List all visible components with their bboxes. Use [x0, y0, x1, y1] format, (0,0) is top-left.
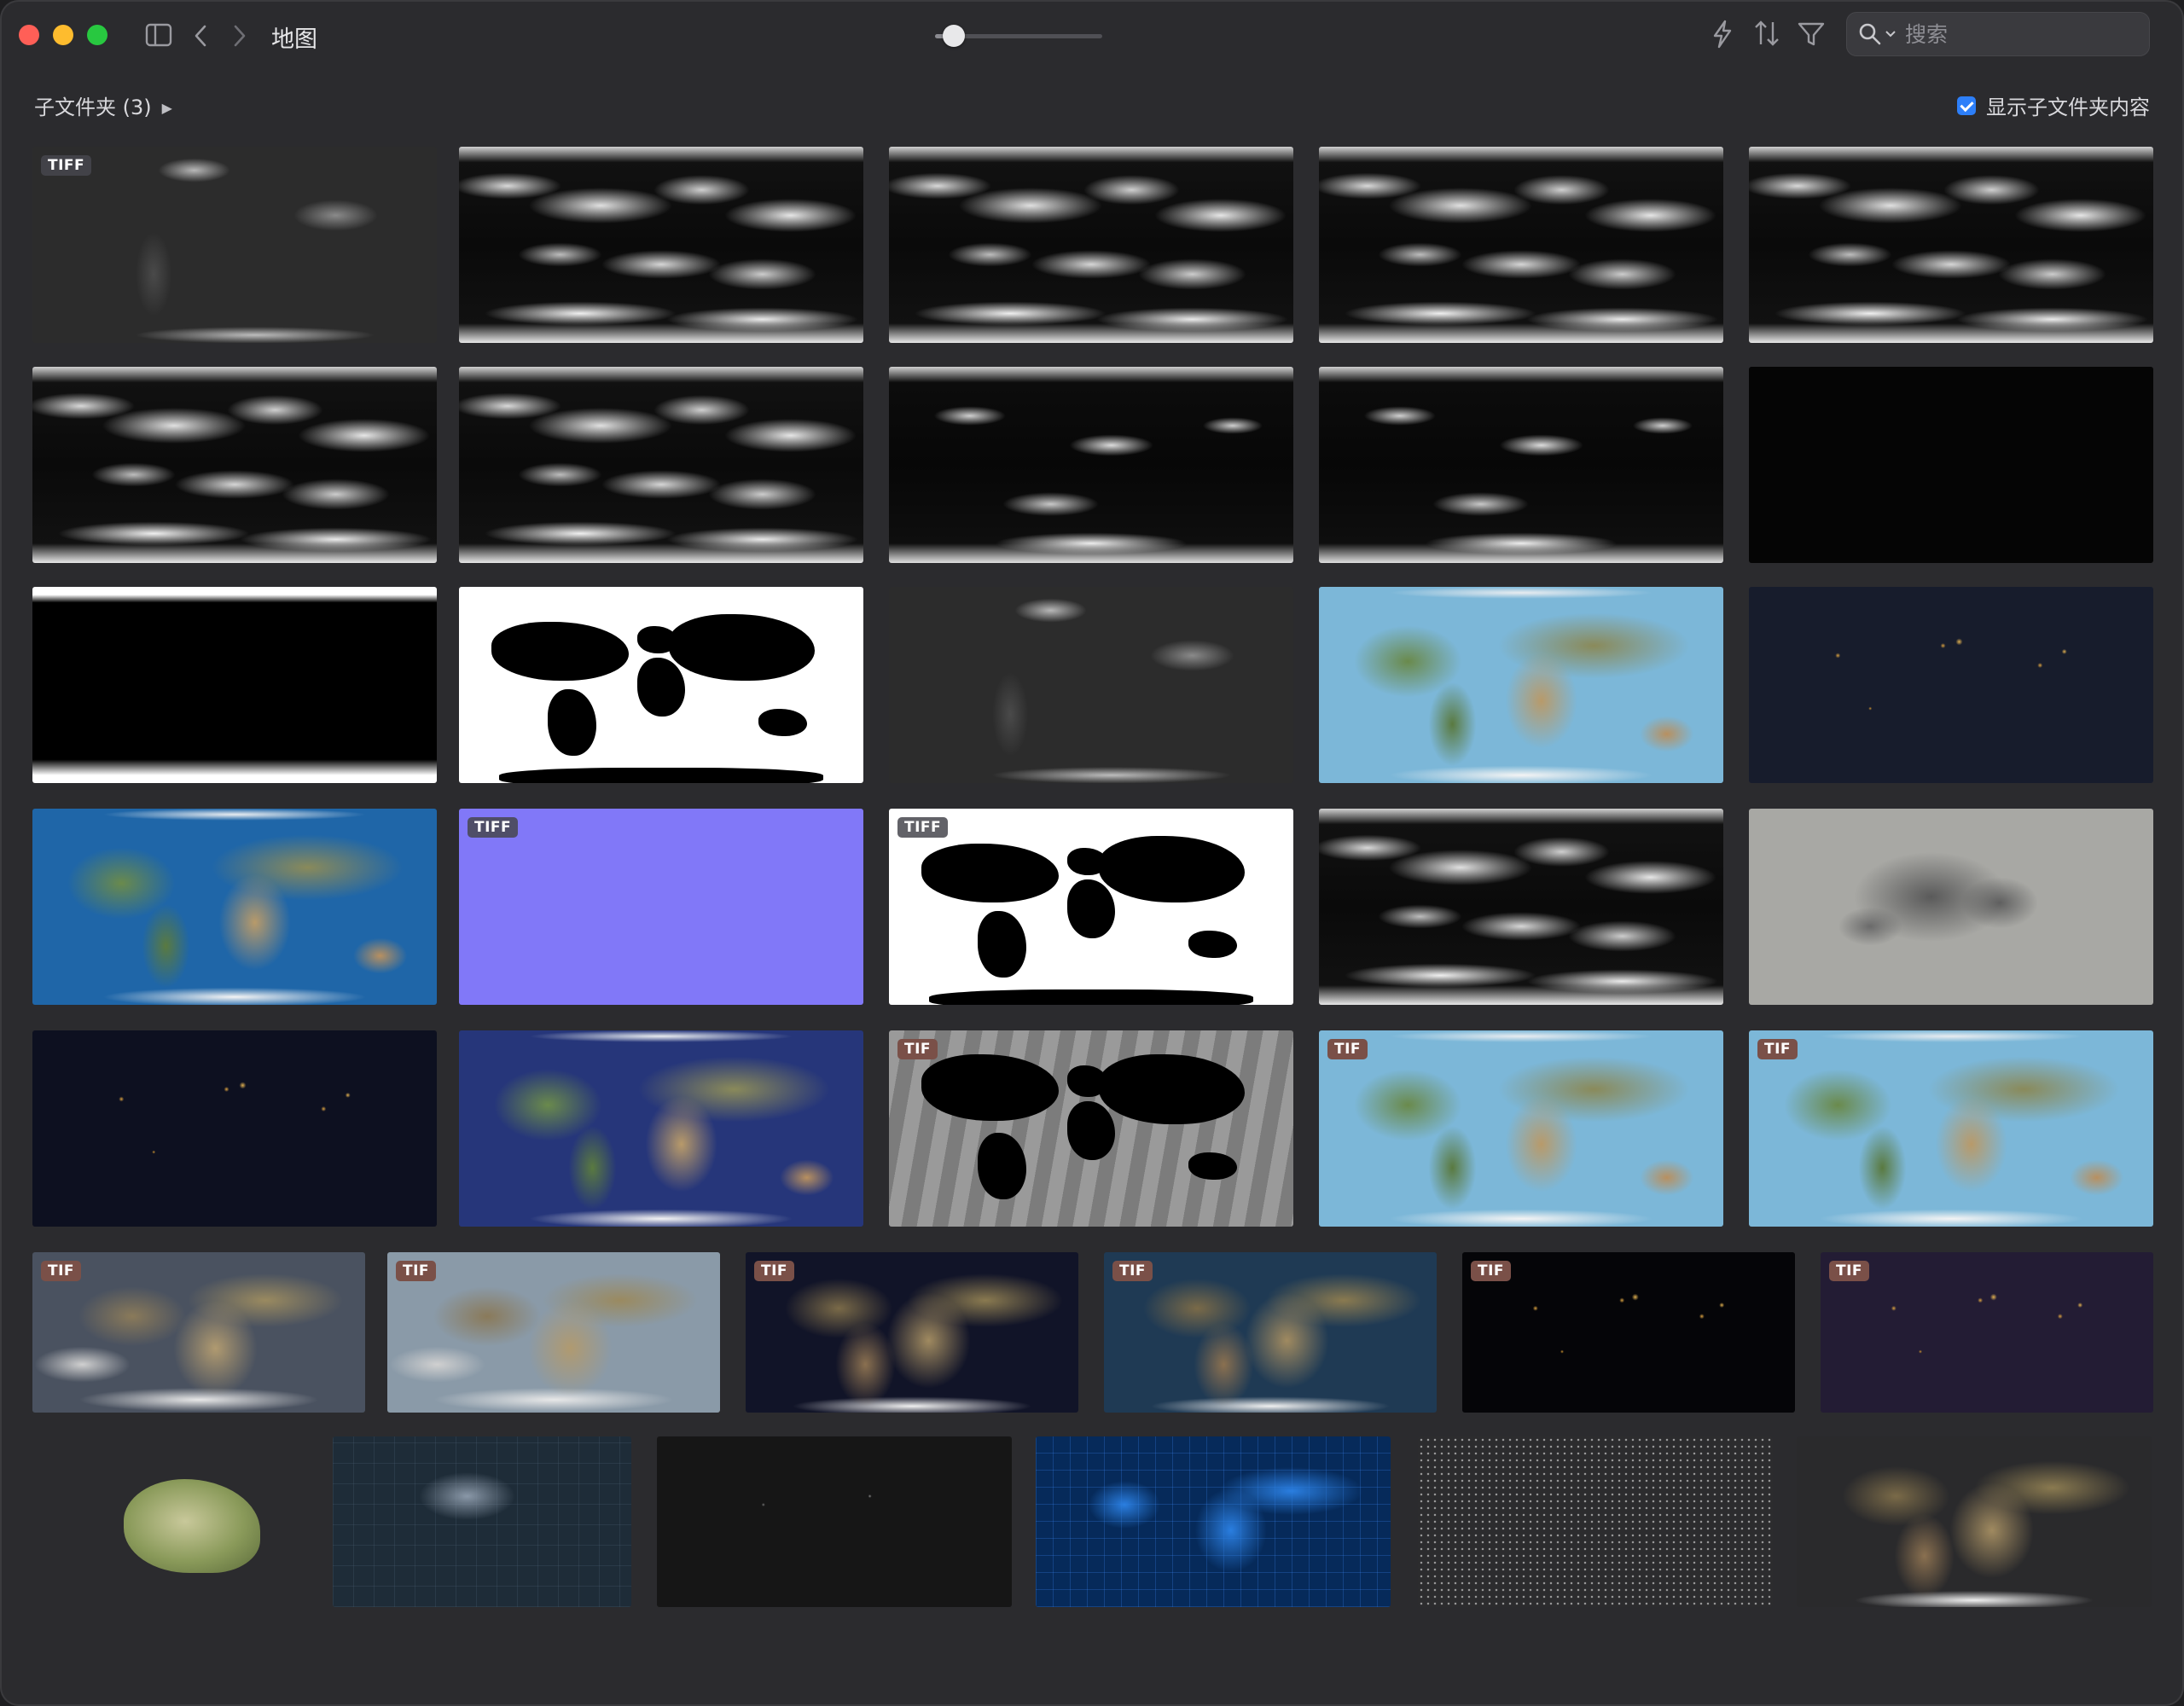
image-thumbnail[interactable]: TIF — [1319, 1030, 1723, 1227]
search-input[interactable] — [1903, 20, 2137, 49]
file-type-badge: TIF — [41, 1261, 82, 1281]
continent-shape — [491, 622, 630, 682]
image-thumbnail[interactable] — [1319, 367, 1723, 563]
window-title: 地图 — [271, 26, 317, 53]
file-type-badge: TIFF — [897, 817, 949, 838]
continent-shape — [1066, 879, 1116, 938]
file-type-badge: TIF — [1112, 1261, 1153, 1281]
slider-knob[interactable] — [943, 25, 965, 47]
disclosure-triangle-icon: ▶ — [161, 100, 172, 116]
image-thumbnail[interactable]: TIF — [32, 1252, 365, 1413]
continent-shape — [978, 910, 1027, 978]
show-subfolder-checkbox[interactable] — [1957, 96, 1976, 115]
minimize-button[interactable] — [53, 25, 73, 45]
image-thumbnail[interactable] — [459, 587, 863, 783]
sidebar-toggle-icon[interactable] — [145, 22, 172, 48]
image-thumbnail[interactable] — [333, 1436, 631, 1607]
continent-shape — [758, 708, 807, 736]
image-thumbnail[interactable]: TIF — [1104, 1252, 1437, 1413]
continent-shape — [978, 1132, 1027, 1199]
close-button[interactable] — [19, 25, 39, 45]
sort-icon[interactable] — [1752, 19, 1781, 48]
image-thumbnail[interactable] — [889, 587, 1293, 783]
image-thumbnail[interactable] — [1749, 587, 2153, 783]
image-thumbnail[interactable] — [1319, 147, 1723, 343]
finder-window: 地图 子文件夹 (3) ▶ — [0, 0, 2184, 1706]
file-type-badge: TIF — [1471, 1261, 1512, 1281]
file-type-badge: TIF — [754, 1261, 795, 1281]
image-thumbnail[interactable] — [1418, 1436, 1773, 1607]
chevron-down-icon[interactable] — [1885, 30, 1896, 38]
image-thumbnail[interactable]: TIF — [1462, 1252, 1795, 1413]
subfolders-toggle[interactable]: 子文件夹 (3) ▶ — [34, 90, 172, 120]
image-thumbnail[interactable] — [459, 367, 863, 563]
image-thumbnail[interactable] — [1319, 809, 1723, 1005]
continent-shape — [1188, 930, 1237, 958]
file-type-badge: TIF — [897, 1039, 938, 1059]
toolbar: 地图 — [0, 0, 2184, 72]
filter-icon[interactable] — [1797, 20, 1826, 48]
file-type-badge: TIFF — [468, 817, 519, 838]
image-thumbnail[interactable] — [1749, 147, 2153, 343]
image-thumbnail[interactable]: TIFF — [889, 809, 1293, 1005]
search-field[interactable] — [1846, 12, 2150, 56]
image-thumbnail[interactable]: TIFF — [32, 147, 437, 343]
image-thumbnail[interactable]: TIF — [1749, 1030, 2153, 1227]
file-type-badge: TIF — [1327, 1039, 1368, 1059]
image-thumbnail[interactable] — [124, 1479, 260, 1573]
continent-shape — [921, 844, 1060, 903]
show-subfolder-content[interactable]: 显示子文件夹内容 — [1957, 90, 2150, 120]
continent-shape — [669, 614, 816, 682]
zoom-button[interactable] — [87, 25, 107, 45]
image-thumbnail[interactable] — [32, 367, 437, 563]
file-type-badge: TIF — [1757, 1039, 1798, 1059]
lightning-icon[interactable] — [1710, 19, 1735, 49]
image-thumbnail[interactable]: TIFF — [459, 809, 863, 1005]
chevron-left-icon[interactable] — [193, 24, 208, 48]
image-thumbnail[interactable]: TIF — [1821, 1252, 2153, 1413]
image-thumbnail[interactable] — [459, 147, 863, 343]
image-thumbnail[interactable] — [32, 1030, 437, 1227]
file-type-badge: TIFF — [41, 155, 92, 176]
image-thumbnail[interactable]: TIF — [746, 1252, 1078, 1413]
image-thumbnail[interactable] — [889, 367, 1293, 563]
continent-shape — [1188, 1152, 1237, 1180]
continent-shape — [1099, 836, 1246, 903]
image-thumbnail[interactable] — [32, 809, 437, 1005]
image-thumbnail[interactable] — [1036, 1436, 1391, 1607]
subfolders-label: 子文件夹 (3) — [34, 96, 152, 119]
image-thumbnail[interactable] — [1749, 367, 2153, 563]
show-subfolder-label: 显示子文件夹内容 — [1986, 96, 2150, 119]
image-thumbnail[interactable] — [1319, 587, 1723, 783]
antarctica-shape — [499, 767, 823, 783]
image-thumbnail[interactable]: TIF — [889, 1030, 1293, 1227]
file-type-badge: TIF — [396, 1261, 437, 1281]
image-thumbnail[interactable] — [32, 587, 437, 783]
image-thumbnail[interactable] — [1797, 1436, 2152, 1607]
image-thumbnail[interactable]: TIF — [387, 1252, 720, 1413]
antarctica-shape — [929, 989, 1253, 1005]
image-thumbnail[interactable] — [459, 1030, 863, 1227]
search-icon — [1859, 23, 1881, 45]
continent-shape — [1099, 1053, 1246, 1125]
china-relief-shape — [124, 1479, 260, 1573]
continent-shape — [636, 657, 686, 717]
continent-shape — [548, 688, 597, 756]
image-thumbnail[interactable] — [657, 1436, 1012, 1607]
chevron-right-icon[interactable] — [232, 24, 247, 48]
continent-shape — [921, 1053, 1060, 1121]
image-thumbnail[interactable] — [1749, 809, 2153, 1005]
image-thumbnail[interactable] — [889, 147, 1293, 343]
continent-shape — [1066, 1100, 1116, 1160]
file-type-badge: TIF — [1829, 1261, 1870, 1281]
